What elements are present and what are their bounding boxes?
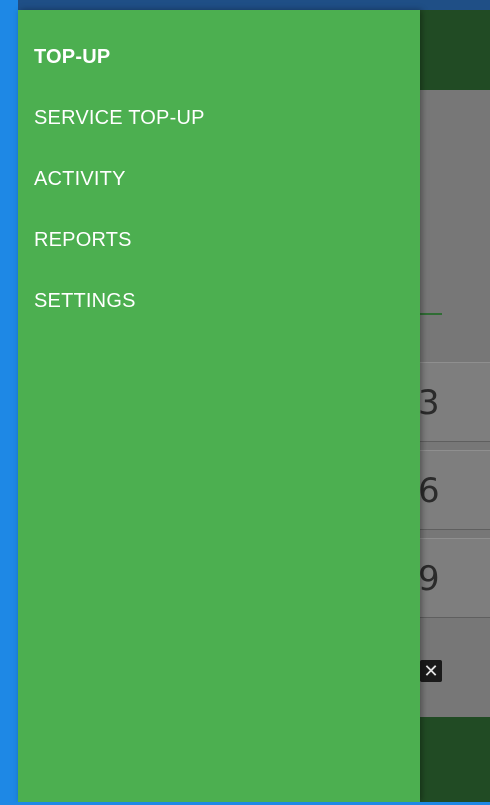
drawer-item-settings[interactable]: SETTINGS bbox=[34, 287, 205, 348]
drawer-item-service-top-up[interactable]: SERVICE TOP-UP bbox=[34, 104, 205, 165]
keypad-row: 6 bbox=[418, 450, 490, 530]
drawer-item-reports[interactable]: REPORTS bbox=[34, 226, 205, 287]
keypad-digit: 6 bbox=[418, 471, 440, 511]
background-app: 3 6 9 ✕ bbox=[418, 10, 490, 802]
background-app-header bbox=[420, 10, 490, 90]
keypad-row: 9 bbox=[418, 538, 490, 618]
window-frame-left bbox=[0, 0, 18, 805]
backspace-x-icon: ✕ bbox=[420, 660, 442, 682]
keypad-digit: 9 bbox=[418, 559, 440, 599]
drawer-item-top-up[interactable]: TOP-UP bbox=[34, 43, 205, 104]
navigation-drawer: TOP-UP SERVICE TOP-UP ACTIVITY REPORTS S… bbox=[18, 10, 420, 802]
background-input-underline bbox=[420, 313, 442, 315]
drawer-item-activity[interactable]: ACTIVITY bbox=[34, 165, 205, 226]
keypad-digit: 3 bbox=[418, 383, 440, 423]
status-bar bbox=[0, 0, 490, 10]
drawer-menu: TOP-UP SERVICE TOP-UP ACTIVITY REPORTS S… bbox=[34, 43, 205, 348]
background-app-footer bbox=[420, 717, 490, 802]
screen: 3 6 9 ✕ TOP-UP SERVICE TOP-UP ACTIVITY R… bbox=[0, 0, 490, 805]
keypad-row: 3 bbox=[418, 362, 490, 442]
